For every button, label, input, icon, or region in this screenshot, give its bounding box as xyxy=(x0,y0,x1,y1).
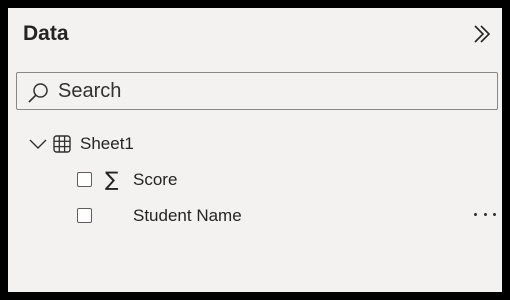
ellipsis-icon[interactable] xyxy=(474,206,496,222)
ellipsis-dot xyxy=(493,212,496,216)
data-pane: Data Sheet1 ∑ Score Student Name xyxy=(8,8,502,292)
collapse-pane-button[interactable] xyxy=(468,20,496,48)
double-chevron-right-icon xyxy=(474,25,491,43)
ellipsis-dot xyxy=(483,212,487,216)
search-box[interactable] xyxy=(16,72,498,110)
table-icon xyxy=(53,135,71,153)
field-checkbox-student-name[interactable] xyxy=(77,208,92,223)
pane-title: Data xyxy=(23,22,69,45)
search-input[interactable] xyxy=(58,77,488,105)
field-label-student-name[interactable]: Student Name xyxy=(133,204,242,228)
search-icon xyxy=(28,83,48,103)
ellipsis-dot xyxy=(474,212,477,216)
field-checkbox-score[interactable] xyxy=(77,172,92,187)
sigma-icon: ∑ xyxy=(105,167,119,191)
table-label[interactable]: Sheet1 xyxy=(80,132,134,156)
chevron-down-icon[interactable] xyxy=(28,134,48,154)
field-label-score[interactable]: Score xyxy=(133,168,177,192)
